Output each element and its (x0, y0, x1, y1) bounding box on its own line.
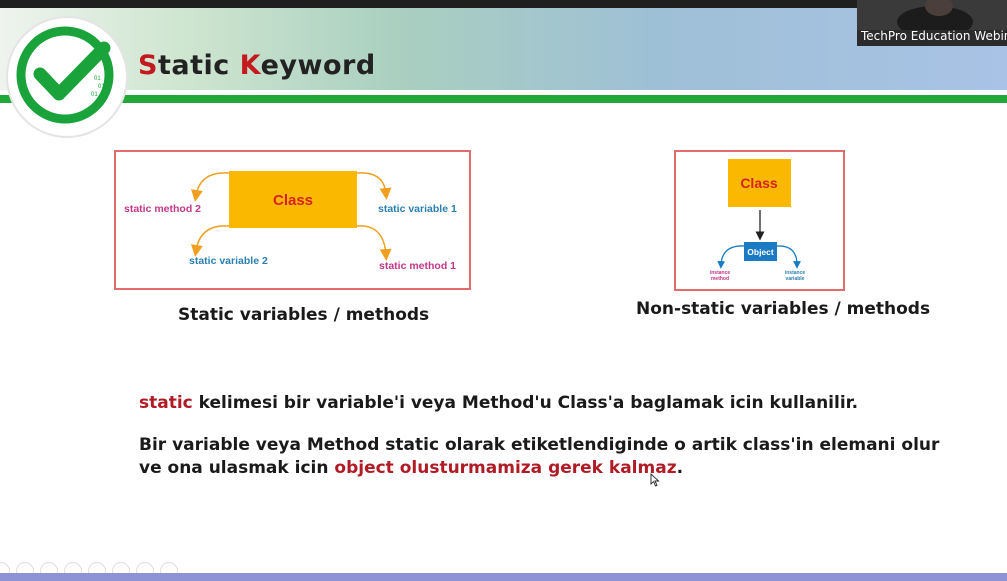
label-instance-method-2: method (711, 276, 729, 282)
label-instance-variable-2: variable (786, 276, 805, 282)
label-static-method-1: static method 1 (379, 260, 456, 272)
arrow-to-instance-variable (776, 245, 801, 269)
webcam-thumbnail[interactable]: TechPro Education Webin (857, 0, 1007, 46)
static-diagram-panel: Class static method 2 static variable 1 … (114, 150, 471, 290)
body-line-2: Bir variable veya Method static olarak e… (139, 435, 940, 455)
nonstatic-diagram: Class Object instance method instance va… (710, 159, 805, 282)
webcam-person-silhouette (857, 0, 1007, 38)
checkmark-logo: 01 01 01 (6, 16, 128, 138)
label-static-variable-1: static variable 1 (378, 203, 457, 215)
object-label: Object (747, 247, 774, 257)
bottom-accent-bar (0, 573, 1007, 581)
webcam-label: TechPro Education Webin (861, 29, 1007, 43)
arrow-to-static-variable-2 (190, 225, 230, 257)
label-static-variable-2: static variable 2 (189, 255, 268, 267)
window-top-strip (0, 0, 1007, 8)
mouse-pointer-icon (650, 472, 660, 491)
body-line-1: static kelimesi bir variable'i veya Meth… (139, 393, 858, 413)
keyword-static: static (139, 393, 193, 413)
static-caption: Static variables / methods (178, 305, 430, 325)
logo-binary-1: 01 (94, 76, 101, 82)
body-line-1-rest: kelimesi bir variable'i veya Method'u Cl… (192, 393, 859, 413)
nonstatic-diagram-panel: Class Object instance method instance va… (674, 150, 845, 291)
arrow-to-static-method-1 (356, 225, 392, 261)
header-divider-green (0, 95, 1007, 103)
arrow-to-instance-method (717, 245, 745, 269)
static-diagram: Class static method 2 static variable 1 … (124, 171, 457, 272)
title-part-2: eyword (260, 50, 376, 81)
logo-binary-2: 01 (98, 84, 105, 90)
label-static-method-2: static method 2 (124, 203, 201, 215)
title-letter-s: S (138, 50, 158, 81)
title-part-1: tatic (157, 50, 240, 81)
nonstatic-caption: Non-static variables / methods (636, 299, 931, 319)
nonstatic-class-label: Class (740, 175, 778, 191)
logo-binary-3: 01 (91, 92, 98, 98)
arrow-to-static-method-2 (191, 172, 230, 202)
arrow-to-static-variable-1 (356, 172, 392, 200)
class-label: Class (273, 192, 313, 209)
title-letter-k: K (239, 50, 261, 81)
body-line-3-start: ve ona ulasmak icin (139, 458, 335, 478)
body-line-3-end: . (676, 458, 684, 478)
page-title: Static Keyword (138, 50, 376, 81)
body-line-3-highlight: object olusturmamiza gerek kalmaz (334, 458, 677, 478)
body-line-3: ve ona ulasmak icin object olusturmamiza… (139, 458, 683, 478)
check-circle-icon: 01 01 01 (16, 26, 114, 124)
